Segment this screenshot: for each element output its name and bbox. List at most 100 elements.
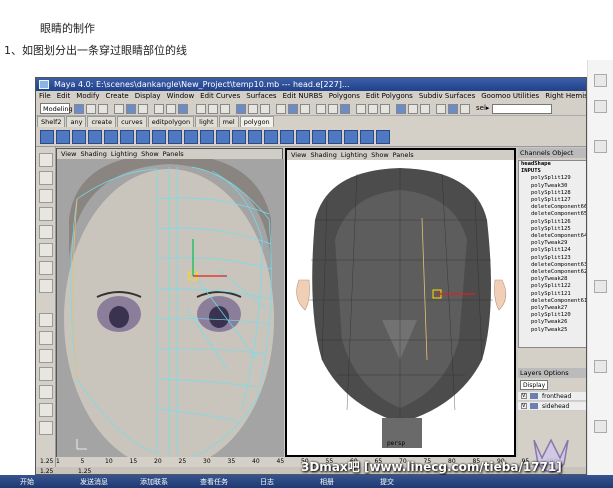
history-node[interactable]: deleteComponent64 [521, 233, 586, 240]
toolbar-icon[interactable] [178, 104, 188, 114]
history-node[interactable]: polySplit126 [521, 219, 586, 226]
shelf-tool-icon[interactable] [216, 130, 230, 144]
layout-four-icon[interactable] [39, 331, 53, 345]
toolbar-icon[interactable] [126, 104, 136, 114]
taskbar-item[interactable]: 提交 [380, 477, 394, 487]
toolbar-icon[interactable] [154, 104, 164, 114]
menu-item-edit-curves[interactable]: Edit Curves [200, 92, 240, 100]
panel-menu-shading[interactable]: Shading [310, 151, 336, 159]
last-tool-icon[interactable] [39, 279, 53, 293]
menu-item-edit-nurbs[interactable]: Edit NURBS [283, 92, 323, 100]
taskbar-item[interactable]: 相册 [320, 477, 334, 487]
layer-display-select[interactable]: Display [520, 380, 548, 390]
toolbar-icon[interactable] [138, 104, 148, 114]
viewport-persp[interactable]: View Shading Lighting Show Panels persp [285, 148, 516, 457]
move-icon[interactable] [39, 207, 53, 221]
shelf-tab-create[interactable]: create [87, 116, 117, 127]
layout-outliner-icon[interactable] [39, 367, 53, 381]
channel-box-tabs[interactable]: Channels Object [518, 148, 586, 158]
menu-item-create[interactable]: Create [105, 92, 128, 100]
strip-icon[interactable] [594, 74, 607, 87]
history-node[interactable]: polyTweak26 [521, 319, 586, 326]
menu-item-right-hemisphere[interactable]: Right Hemisphere [545, 92, 586, 100]
shelf-tool-icon[interactable] [152, 130, 166, 144]
toolbar-icon[interactable] [340, 104, 350, 114]
shelf-tab-shelf2[interactable]: Shelf2 [37, 116, 66, 127]
panel-menu-shading[interactable]: Shading [80, 150, 106, 158]
shelf-tab-any[interactable]: any [66, 116, 87, 127]
strip-icon[interactable] [594, 420, 607, 433]
range-end[interactable]: 1.25 [78, 467, 91, 474]
history-node[interactable]: polyTweak25 [521, 327, 586, 334]
toolbar-icon[interactable] [436, 104, 446, 114]
taskbar-item[interactable]: 发送消息 [80, 477, 108, 487]
toolbar-icon[interactable] [220, 104, 230, 114]
shelf-tool-icon[interactable] [88, 130, 102, 144]
shelf-tool-icon[interactable] [200, 130, 214, 144]
object-name[interactable]: headShape [521, 161, 586, 168]
shelf-tab-mel[interactable]: mel [218, 116, 239, 127]
history-node[interactable]: polySplit124 [521, 247, 586, 254]
shelf-tab-polygon[interactable]: polygon [239, 116, 274, 127]
layout-persp-icon[interactable] [39, 349, 53, 363]
panel-menu-lighting[interactable]: Lighting [341, 151, 367, 159]
panel-menu-view[interactable]: View [291, 151, 306, 159]
mode-select[interactable]: Modeling [40, 103, 73, 114]
toolbar-icon[interactable] [448, 104, 458, 114]
toolbar-icon[interactable] [408, 104, 418, 114]
strip-icon[interactable] [594, 100, 607, 113]
history-node[interactable]: deleteComponent65 [521, 211, 586, 218]
shelf-tab-light[interactable]: light [195, 116, 218, 127]
menu-item-goomoo-utilities[interactable]: Goomoo Utilities [481, 92, 539, 100]
panel-menu-panels[interactable]: Panels [393, 151, 414, 159]
manipulator-icon[interactable] [39, 261, 53, 275]
toolbar-icon[interactable] [86, 104, 96, 114]
menu-item-edit-polygons[interactable]: Edit Polygons [366, 92, 413, 100]
history-node[interactable]: polySplit125 [521, 226, 586, 233]
shelf-tool-icon[interactable] [184, 130, 198, 144]
shelf-tool-icon[interactable] [168, 130, 182, 144]
menu-item-file[interactable]: File [39, 92, 51, 100]
history-node[interactable]: polySplit128 [521, 190, 586, 197]
menu-item-display[interactable]: Display [135, 92, 161, 100]
shelf-tool-icon[interactable] [296, 130, 310, 144]
layout-single-icon[interactable] [39, 313, 53, 327]
toolbar-icon[interactable] [248, 104, 258, 114]
paint-select-icon[interactable] [39, 189, 53, 203]
strip-icon[interactable] [594, 280, 607, 293]
shelf-tab-editpolygon[interactable]: editpolygon [147, 116, 195, 127]
toolbar-icon[interactable] [396, 104, 406, 114]
rotate-icon[interactable] [39, 225, 53, 239]
taskbar-item[interactable]: 开始 [20, 477, 34, 487]
layer-name[interactable]: sidehead [542, 403, 569, 410]
toolbar-icon[interactable] [356, 104, 366, 114]
layout-hypergraph-icon[interactable] [39, 403, 53, 417]
history-node[interactable]: polyTweak29 [521, 240, 586, 247]
menu-item-edit[interactable]: Edit [57, 92, 71, 100]
layer-visibility-toggle[interactable]: V [521, 393, 527, 399]
history-node[interactable]: polyTweak27 [521, 305, 586, 312]
shelf-tool-icon[interactable] [264, 130, 278, 144]
shelf-tool-icon[interactable] [312, 130, 326, 144]
taskbar-item[interactable]: 添加联系 [140, 477, 168, 487]
toolbar-icon[interactable] [166, 104, 176, 114]
shelf-tool-icon[interactable] [280, 130, 294, 144]
range-start[interactable]: 1.25 [40, 467, 53, 474]
toolbar-icon[interactable] [460, 104, 470, 114]
history-node[interactable]: deleteComponent61 [521, 298, 586, 305]
taskbar-item[interactable]: 日志 [260, 477, 274, 487]
shelf-tab-curves[interactable]: curves [117, 116, 147, 127]
history-node[interactable]: deleteComponent63 [521, 262, 586, 269]
shelf-tool-icon[interactable] [360, 130, 374, 144]
toolbar-icon[interactable] [368, 104, 378, 114]
layout-graph-icon[interactable] [39, 385, 53, 399]
toolbar-icon[interactable] [276, 104, 286, 114]
shelf-tool-icon[interactable] [232, 130, 246, 144]
scale-icon[interactable] [39, 243, 53, 257]
taskbar-item[interactable]: 查看任务 [200, 477, 228, 487]
toolbar-icon[interactable] [300, 104, 310, 114]
panel-menu-show[interactable]: Show [141, 150, 159, 158]
toolbar-icon[interactable] [260, 104, 270, 114]
shelf-tool-icon[interactable] [104, 130, 118, 144]
toolbar-icon[interactable] [98, 104, 108, 114]
